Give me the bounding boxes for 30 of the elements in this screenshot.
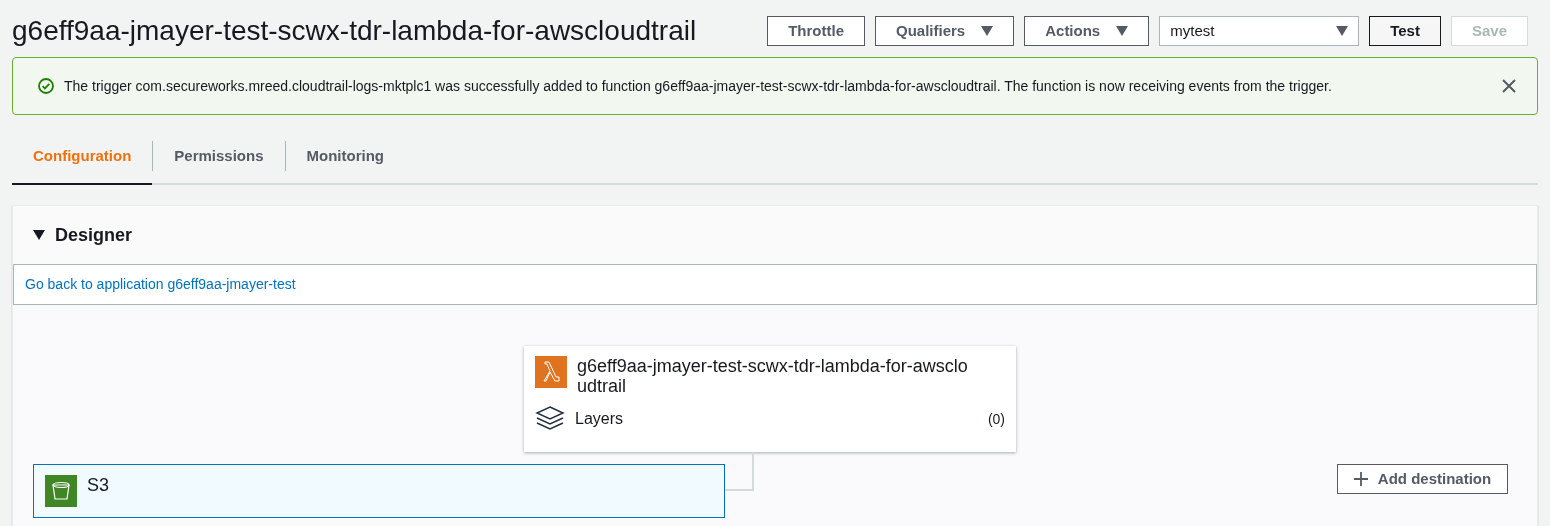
caret-icon <box>1116 26 1129 36</box>
bucket-icon <box>45 475 77 507</box>
layers-icon <box>535 406 565 432</box>
banner-message: The trigger com.secureworks.mreed.cloudtrail-logs-mktplc1 was successfully added to function g6eff9aa-jmayer-test-scwx-tdr-lambda-for-awscloudtrail. The function is now receiving events from the trigger. <box>64 76 1332 96</box>
function-name: g6eff9aa-jmayer-test-scwx-tdr-lambda-for-awscloudtrail <box>577 356 969 396</box>
plus-icon <box>1353 472 1368 486</box>
dropdown-button[interactable]: Actions <box>1024 16 1150 46</box>
caret-icon <box>1336 26 1349 36</box>
tab[interactable]: Permissions <box>153 129 285 185</box>
application-link[interactable]: Go back to application g6eff9aa-jmayer-test <box>25 274 296 295</box>
lambda-icon <box>535 356 567 388</box>
section-header[interactable]: Designer <box>13 206 133 264</box>
primary-button[interactable]: Test <box>1369 16 1441 46</box>
dropdown-button[interactable]: Qualifiers <box>875 16 1015 46</box>
caret-icon <box>33 230 45 240</box>
page-title: g6eff9aa-jmayer-test-scwx-tdr-lambda-for-awscloudtrail <box>12 15 697 47</box>
trigger-name: S3 <box>87 475 110 495</box>
version-select[interactable]: mytest <box>1159 16 1360 46</box>
close-button[interactable] <box>1501 78 1517 94</box>
function-card[interactable]: g6eff9aa-jmayer-test-scwx-tdr-lambda-for-awscloudtrail Layers (0) <box>524 346 1016 452</box>
layers-label: Layers <box>575 409 624 429</box>
tab[interactable]: Monitoring <box>285 129 406 185</box>
connector-line <box>725 452 755 492</box>
check-circle-icon <box>38 78 54 94</box>
header-button[interactable]: Throttle <box>767 16 865 46</box>
close-icon <box>1501 78 1517 94</box>
trigger-card[interactable]: S3 <box>33 464 725 518</box>
layers-count: (0) <box>987 409 1005 429</box>
add-destination-button[interactable]: Add destination <box>1337 464 1508 494</box>
caret-icon <box>981 26 994 36</box>
